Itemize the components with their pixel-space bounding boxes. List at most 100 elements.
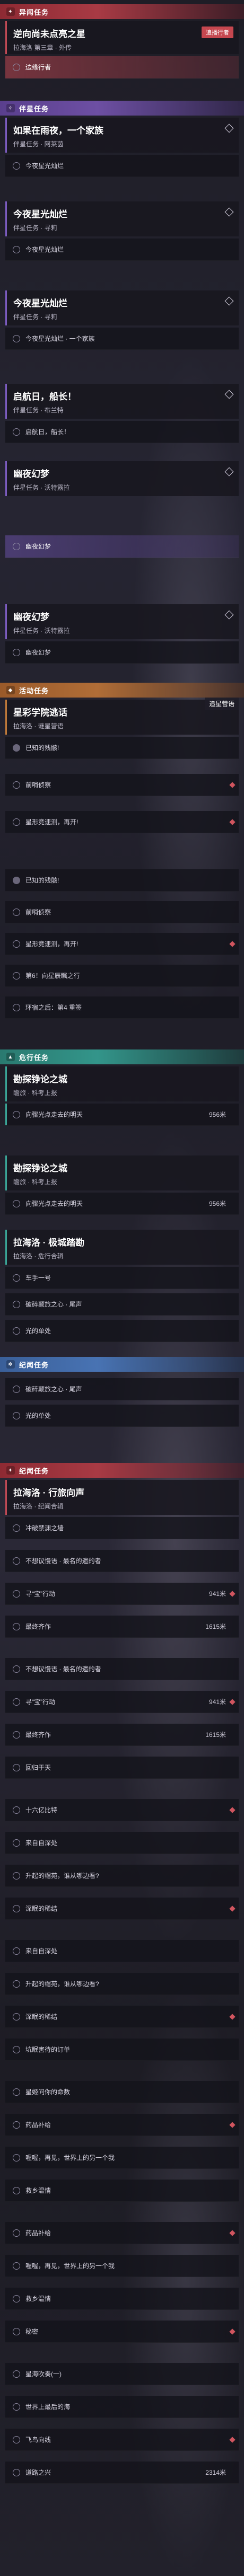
danger-icon: ▲	[6, 1053, 15, 1061]
objective-status-icon	[13, 542, 20, 550]
objective-status-icon	[13, 2262, 20, 2270]
quest-card[interactable]: 勘探铮论之城 瞻旅 · 科考上报	[5, 1155, 239, 1190]
quest-subtitle: 伴星任务 · 沃特露拉	[13, 627, 70, 634]
objective-row[interactable]: 喔喔，再见，世界上的另一个我	[5, 2147, 239, 2169]
objective-row[interactable]: 边缘行者	[5, 56, 239, 78]
objective-row[interactable]: 秘密	[5, 2321, 239, 2343]
objective-status-icon	[13, 1763, 20, 1771]
quest-card[interactable]: 幽夜幻梦 伴星任务 · 沃特露拉	[5, 604, 239, 639]
objective-row[interactable]: 最终齐作 1615米	[5, 1616, 239, 1638]
objective-row[interactable]: 今夜星光灿烂	[5, 155, 239, 177]
section-header-event: ◆ 活动任务	[0, 683, 244, 698]
objective-row[interactable]: 星形竞速测，再开!	[5, 933, 239, 955]
quest-title: 勘探铮论之城	[13, 1163, 67, 1174]
objective-row[interactable]: 寻“宝”行动 941米	[5, 1691, 239, 1713]
distance-label: 1615米	[205, 1623, 226, 1630]
tracker-label[interactable]: 追星营语	[204, 698, 239, 710]
objective-row[interactable]: 破碎颠旅之心 · 尾声	[5, 1378, 239, 1400]
quest-card[interactable]: 拉海洛 · 极城踏勘 拉海洛 · 危行合辑	[5, 1230, 239, 1265]
objective-row[interactable]: 已知的残骸!	[5, 737, 239, 759]
objective-label: 药品补给	[25, 2229, 51, 2237]
quest-card[interactable]: 幽夜幻梦 伴星任务 · 沃特露拉	[5, 461, 239, 496]
objective-row[interactable]: 寻“宝”行动 941米	[5, 1583, 239, 1605]
objective-row[interactable]: 今夜星光灿烂	[5, 239, 239, 261]
objective-row[interactable]: 救乡温情	[5, 2180, 239, 2202]
objective-row[interactable]: 前哨侦察	[5, 774, 239, 796]
quest-card[interactable]: 今夜星光灿烂 伴星任务 · 寻莉	[5, 201, 239, 236]
objective-row[interactable]: 幽夜幻梦	[5, 641, 239, 664]
objective-status-icon	[13, 2154, 20, 2162]
quest-title: 幽夜幻梦	[13, 612, 49, 622]
section-title: 伴星任务	[19, 104, 49, 113]
objective-row[interactable]: 来自自深处	[5, 1940, 239, 1962]
objective-row[interactable]: 世界上最后的海	[5, 2396, 239, 2418]
objective-row[interactable]: 飞鸟向线	[5, 2429, 239, 2451]
objective-row[interactable]: 升起的帽苑，谁从哪边看?	[5, 1973, 239, 1995]
objective-row[interactable]: 坑眠害待的订单	[5, 2039, 239, 2061]
quest-subtitle: 伴星任务 · 寻莉	[13, 224, 57, 232]
objective-row[interactable]: 星形竞速测，再开!	[5, 811, 239, 833]
objective-status-icon	[13, 1385, 20, 1393]
objective-row[interactable]: 救乡温情	[5, 2288, 239, 2310]
objective-row[interactable]: 车手一号	[5, 1267, 239, 1289]
objective-label: 启航日，船长！	[25, 428, 71, 436]
objective-label: 来自自深处	[25, 1839, 58, 1847]
objective-label: 寻“宝”行动	[25, 1698, 55, 1706]
objective-row[interactable]: 道路之兴 2314米	[5, 2462, 239, 2484]
objective-row[interactable]: 来自自深处	[5, 1832, 239, 1854]
objective-status-icon	[13, 1411, 20, 1419]
objective-row[interactable]: 十六亿比特	[5, 1799, 239, 1821]
objective-row[interactable]: 幽夜幻梦	[5, 535, 239, 558]
objective-label: 寻“宝”行动	[25, 1590, 55, 1598]
objective-label: 破碎颠旅之心 · 尾声	[25, 1301, 82, 1308]
objective-row[interactable]: 回归于天	[5, 1757, 239, 1779]
objective-row[interactable]: 环宿之后：第4 重签	[5, 996, 239, 1019]
objective-row[interactable]: 光的单处	[5, 1320, 239, 1342]
objective-status-icon	[13, 1622, 20, 1630]
quest-card[interactable]: 如果在雨夜，一个家族 伴星任务 · 阿莱茵	[5, 118, 239, 153]
objective-row[interactable]: 星海吹奏(一)	[5, 2363, 239, 2385]
quest-card[interactable]: 逆向尚未点亮之星 拉海洛 第三章 · 外传 追播行者	[5, 21, 239, 54]
quest-subtitle: 伴星任务 · 布兰特	[13, 407, 64, 414]
objective-row[interactable]: 启航日，船长！	[5, 421, 239, 443]
objective-row[interactable]: 药品补给	[5, 2114, 239, 2136]
quest-card[interactable]: 星彩学院逃话 拉海洛 · 谜星营语	[5, 700, 239, 735]
objective-row[interactable]: 光的单处	[5, 1405, 239, 1427]
objective-status-icon	[13, 648, 20, 656]
objective-label: 环宿之后：第4 重签	[25, 1004, 82, 1011]
objective-row[interactable]: 最终齐作 1615米	[5, 1724, 239, 1746]
objective-row[interactable]: 不想议慢语 · 最名的遗的者	[5, 1658, 239, 1680]
objective-row[interactable]: 破碎颠旅之心 · 尾声	[5, 1293, 239, 1316]
objective-label: 飞鸟向线	[25, 2436, 51, 2443]
objective-label: 最终齐作	[25, 1623, 51, 1630]
objective-status-icon	[13, 2088, 20, 2096]
event-icon: ◆	[6, 686, 15, 694]
objective-row[interactable]: 喔喔，再见，世界上的另一个我	[5, 2255, 239, 2277]
objective-status-icon	[13, 2370, 20, 2378]
objective-row[interactable]: 已知的残骸!	[5, 869, 239, 892]
objective-label: 喔喔，再见，世界上的另一个我	[25, 2154, 115, 2162]
objective-row[interactable]: 深眠的稀结	[5, 2006, 239, 2028]
tracking-badge[interactable]: 追播行者	[202, 27, 233, 38]
objective-row[interactable]: 不想议慢语 · 最名的遗的者	[5, 1550, 239, 1572]
quest-subtitle: 瞻旅 · 科考上报	[13, 1178, 57, 1186]
quest-card[interactable]: 启航日，船长！ 伴星任务 · 布兰特	[5, 384, 239, 419]
objective-row[interactable]: 深眠的稀结	[5, 1898, 239, 1920]
quest-card[interactable]: 今夜星光灿烂 伴星任务 · 寻莉	[5, 290, 239, 325]
objective-row[interactable]: 前哨侦察	[5, 901, 239, 923]
objective-row[interactable]: 药品补给	[5, 2222, 239, 2244]
quest-card[interactable]: 拉海洛 · 行旅向声 拉海洛 · 纪闻合辑	[5, 1480, 239, 1515]
objective-row[interactable]: 冲破禁渊之墙	[5, 1517, 239, 1539]
objective-row[interactable]: 今夜星光灿烂 · 一个家族	[5, 328, 239, 350]
objective-status-icon	[13, 1557, 20, 1565]
flag-icon	[229, 2121, 236, 2128]
objective-row[interactable]: 升起的帽苑，谁从哪边看?	[5, 1865, 239, 1887]
objective-label: 秘密	[25, 2328, 39, 2335]
objective-row[interactable]: 向骤光点走去的明天 956米	[5, 1104, 239, 1126]
objective-row[interactable]: 向骤光点走去的明天 956米	[5, 1193, 239, 1215]
quest-card[interactable]: 勘探铮论之城 瞻旅 · 科考上报	[5, 1066, 239, 1101]
section-title: 异闻任务	[19, 8, 49, 16]
objective-status-icon	[13, 1980, 20, 1988]
objective-row[interactable]: 第6！向星辰瞩之行	[5, 965, 239, 987]
objective-row[interactable]: 星姬问你的命数	[5, 2081, 239, 2103]
